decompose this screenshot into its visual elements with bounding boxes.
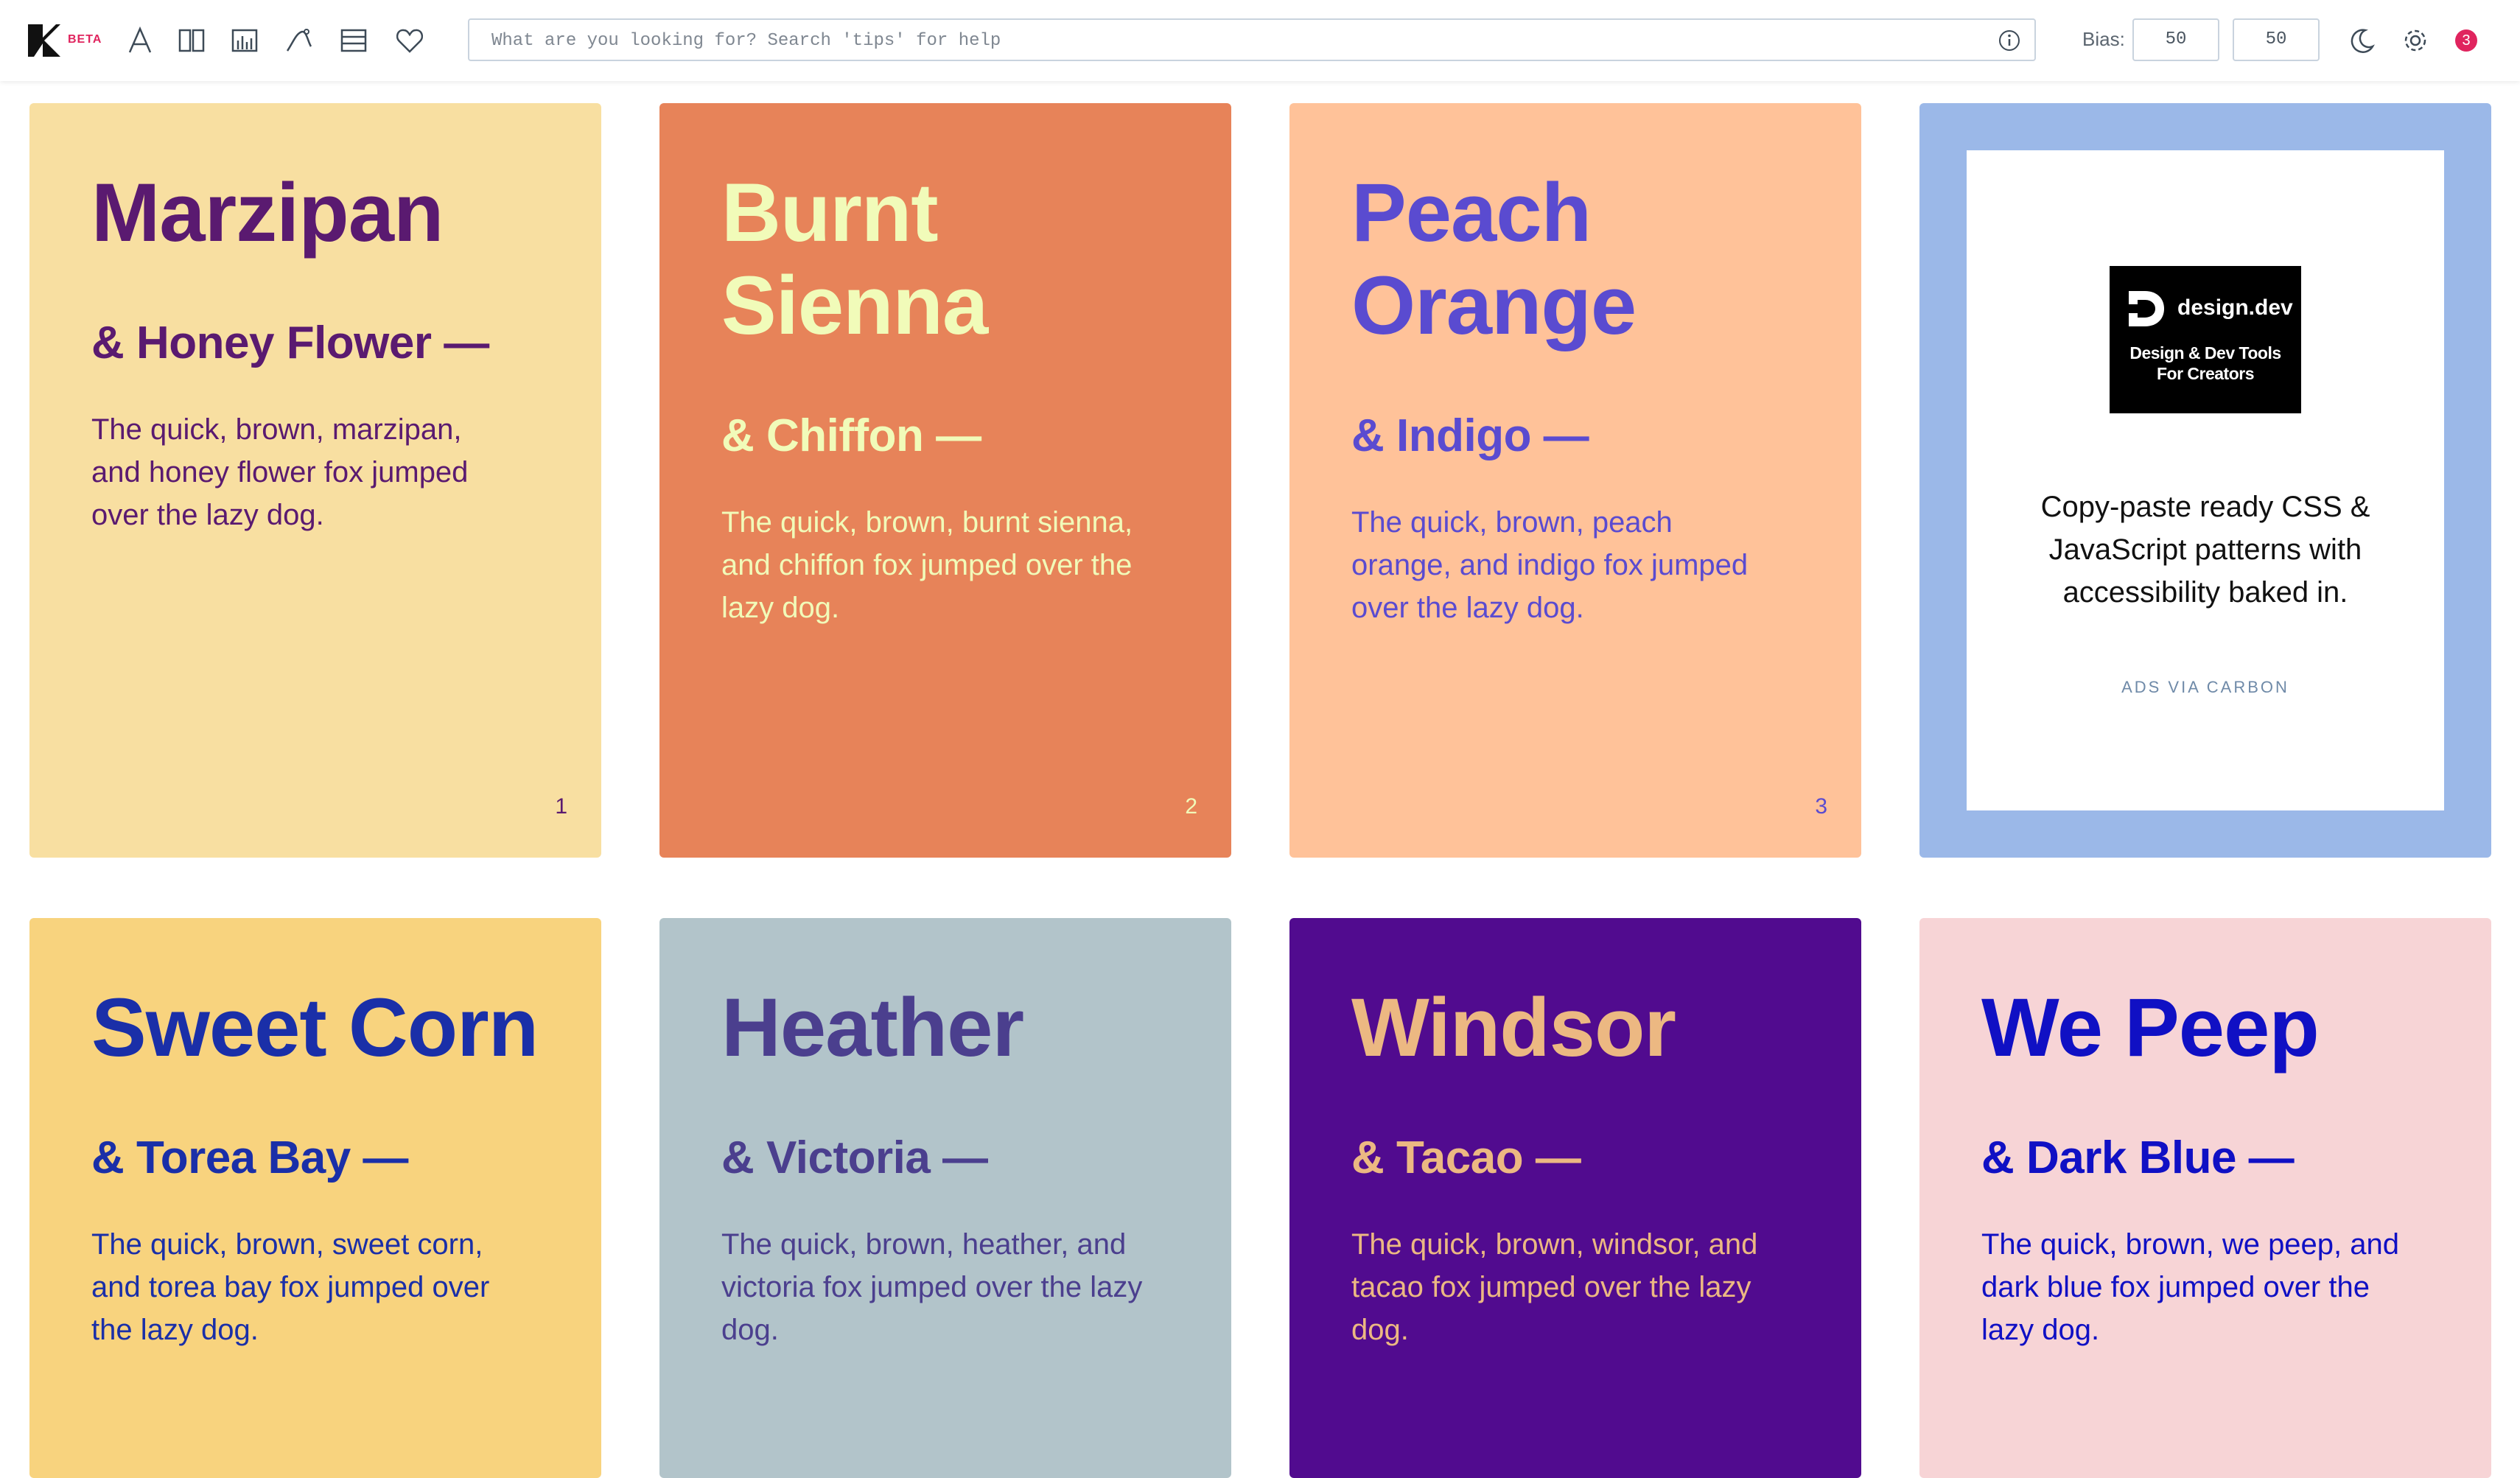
card-body-line: the lazy dog. (91, 1314, 259, 1346)
ad-logo[interactable]: design.dev Design & Dev Tools For Creato… (2110, 266, 2301, 413)
card-body-line: tacao fox jumped over the lazy (1351, 1271, 1751, 1303)
ad-text-line: accessibility baked in. (2062, 576, 2348, 609)
rows-icon[interactable] (337, 24, 370, 57)
card-body-line: and honey flower fox jumped (91, 456, 469, 488)
card-title-line: Peach (1351, 167, 1592, 259)
card-subtitle: & Indigo — (1351, 410, 1589, 461)
card-title: Peach Orange (1351, 167, 1823, 352)
card-body: The quick, brown, windsor, and tacao fox … (1351, 1223, 1793, 1351)
card-title-line: Heather (721, 981, 1024, 1074)
card-subtitle: & Tacao — (1351, 1132, 1581, 1183)
card-body-line: The quick, brown, peach (1351, 506, 1673, 539)
card-subtitle: & Dark Blue — (1981, 1132, 2295, 1183)
columns-icon[interactable] (175, 24, 208, 57)
ad-brand: design.dev (2177, 295, 2293, 320)
ad-text[interactable]: Copy-paste ready CSS & JavaScript patter… (1996, 486, 2415, 614)
card-subtitle: & Victoria — (721, 1132, 988, 1183)
card-body-line: lazy dog. (721, 592, 840, 624)
bias-input-1[interactable]: 50 (2132, 18, 2219, 61)
ad-panel[interactable]: design.dev Design & Dev Tools For Creato… (1967, 150, 2444, 810)
color-card[interactable]: Heather & Victoria — The quick, brown, hea… (659, 918, 1231, 1478)
card-subtitle: & Torea Bay — (91, 1132, 408, 1183)
curve-icon[interactable] (283, 24, 315, 57)
card-title: We Peep (1981, 981, 2453, 1074)
card-body-line: dog. (1351, 1314, 1409, 1346)
color-card[interactable]: We Peep & Dark Blue — The quick, brown, we… (1919, 918, 2491, 1478)
card-body: The quick, brown, heather, and victoria f… (721, 1223, 1163, 1351)
card-title-line: Burnt (721, 167, 939, 259)
bias-input-2[interactable]: 50 (2233, 18, 2320, 61)
card-title: Burnt Sienna (721, 167, 1193, 352)
ad-card: design.dev Design & Dev Tools For Creato… (1919, 103, 2491, 858)
card-number: 3 (1815, 794, 1827, 819)
card-number: 2 (1185, 794, 1197, 819)
beta-label: BETA (68, 33, 102, 46)
card-body-line: victoria fox jumped over the lazy (721, 1271, 1143, 1303)
card-subtitle: & Honey Flower — (91, 318, 489, 368)
card-title-line: Windsor (1351, 981, 1676, 1074)
card-title-line: Sienna (721, 259, 988, 351)
color-card[interactable]: Windsor & Tacao — The quick, brown, windso… (1289, 918, 1861, 1478)
card-title: Marzipan (91, 167, 563, 259)
color-card[interactable]: Peach Orange & Indigo — The quick, brown, p… (1289, 103, 1861, 858)
ad-text-line: Copy-paste ready CSS & (2040, 491, 2370, 523)
color-card[interactable]: Burnt Sienna & Chiffon — The quick, brown, … (659, 103, 1231, 858)
card-body-line: dog. (721, 1314, 779, 1346)
design-dev-logo-icon (2129, 291, 2164, 326)
color-card[interactable]: Sweet Corn & Torea Bay — The quick, brown,… (29, 918, 601, 1478)
ad-tagline-line: Design & Dev Tools (2129, 343, 2281, 363)
card-body-line: lazy dog. (1981, 1314, 2100, 1346)
card-body-line: dark blue fox jumped over the (1981, 1271, 2370, 1303)
color-card[interactable]: Marzipan & Honey Flower — The quick, brown… (29, 103, 601, 858)
logo-icon[interactable] (28, 24, 60, 57)
card-body-line: The quick, brown, marzipan, (91, 413, 462, 446)
search-input[interactable] (490, 26, 1967, 55)
card-title-line: We Peep (1981, 981, 2320, 1074)
card-title-line: Sweet Corn (91, 981, 539, 1074)
card-subtitle: & Chiffon — (721, 410, 981, 461)
card-body-line: The quick, brown, heather, and (721, 1228, 1127, 1261)
search-box[interactable] (468, 18, 2036, 61)
card-body-line: The quick, brown, sweet corn, (91, 1228, 483, 1261)
info-icon[interactable] (1998, 29, 2021, 52)
notification-badge[interactable]: 3 (2455, 29, 2477, 52)
ads-via-carbon-link[interactable]: ADS VIA CARBON (1967, 678, 2444, 697)
card-body: The quick, brown, peach orange, and indig… (1351, 501, 1793, 629)
card-title-line: Marzipan (91, 167, 444, 259)
card-body-line: The quick, brown, windsor, and (1351, 1228, 1758, 1261)
bias-label: Bias: (2082, 28, 2125, 50)
font-icon[interactable] (124, 24, 156, 57)
moon-icon[interactable] (2346, 24, 2379, 57)
card-body-line: orange, and indigo fox jumped (1351, 549, 1749, 581)
card-body-line: and chiffon fox jumped over the (721, 549, 1133, 581)
card-body: The quick, brown, we peep, and dark blue … (1981, 1223, 2423, 1351)
ad-text-line: JavaScript patterns with (2048, 533, 2362, 566)
card-title-line: Orange (1351, 259, 1637, 351)
heart-icon[interactable] (393, 24, 426, 57)
ad-tagline-line: For Creators (2156, 364, 2255, 383)
card-body-line: over the lazy dog. (1351, 592, 1584, 624)
gear-icon[interactable] (2399, 24, 2432, 57)
card-title: Heather (721, 981, 1193, 1074)
ad-tagline: Design & Dev Tools For Creators (2110, 343, 2301, 384)
card-body-line: The quick, brown, we peep, and (1981, 1228, 2400, 1261)
card-number: 1 (555, 794, 567, 819)
card-body: The quick, brown, burnt sienna, and chiff… (721, 501, 1163, 629)
top-bar: BETA Bias: 50 50 3 (0, 0, 2520, 81)
card-body: The quick, brown, sweet corn, and torea b… (91, 1223, 533, 1351)
card-body: The quick, brown, marzipan, and honey flo… (91, 408, 533, 536)
chart-icon[interactable] (228, 24, 261, 57)
card-body-line: over the lazy dog. (91, 499, 324, 531)
card-title: Sweet Corn (91, 981, 563, 1074)
card-title: Windsor (1351, 981, 1823, 1074)
card-body-line: and torea bay fox jumped over (91, 1271, 490, 1303)
card-body-line: The quick, brown, burnt sienna, (721, 506, 1133, 539)
